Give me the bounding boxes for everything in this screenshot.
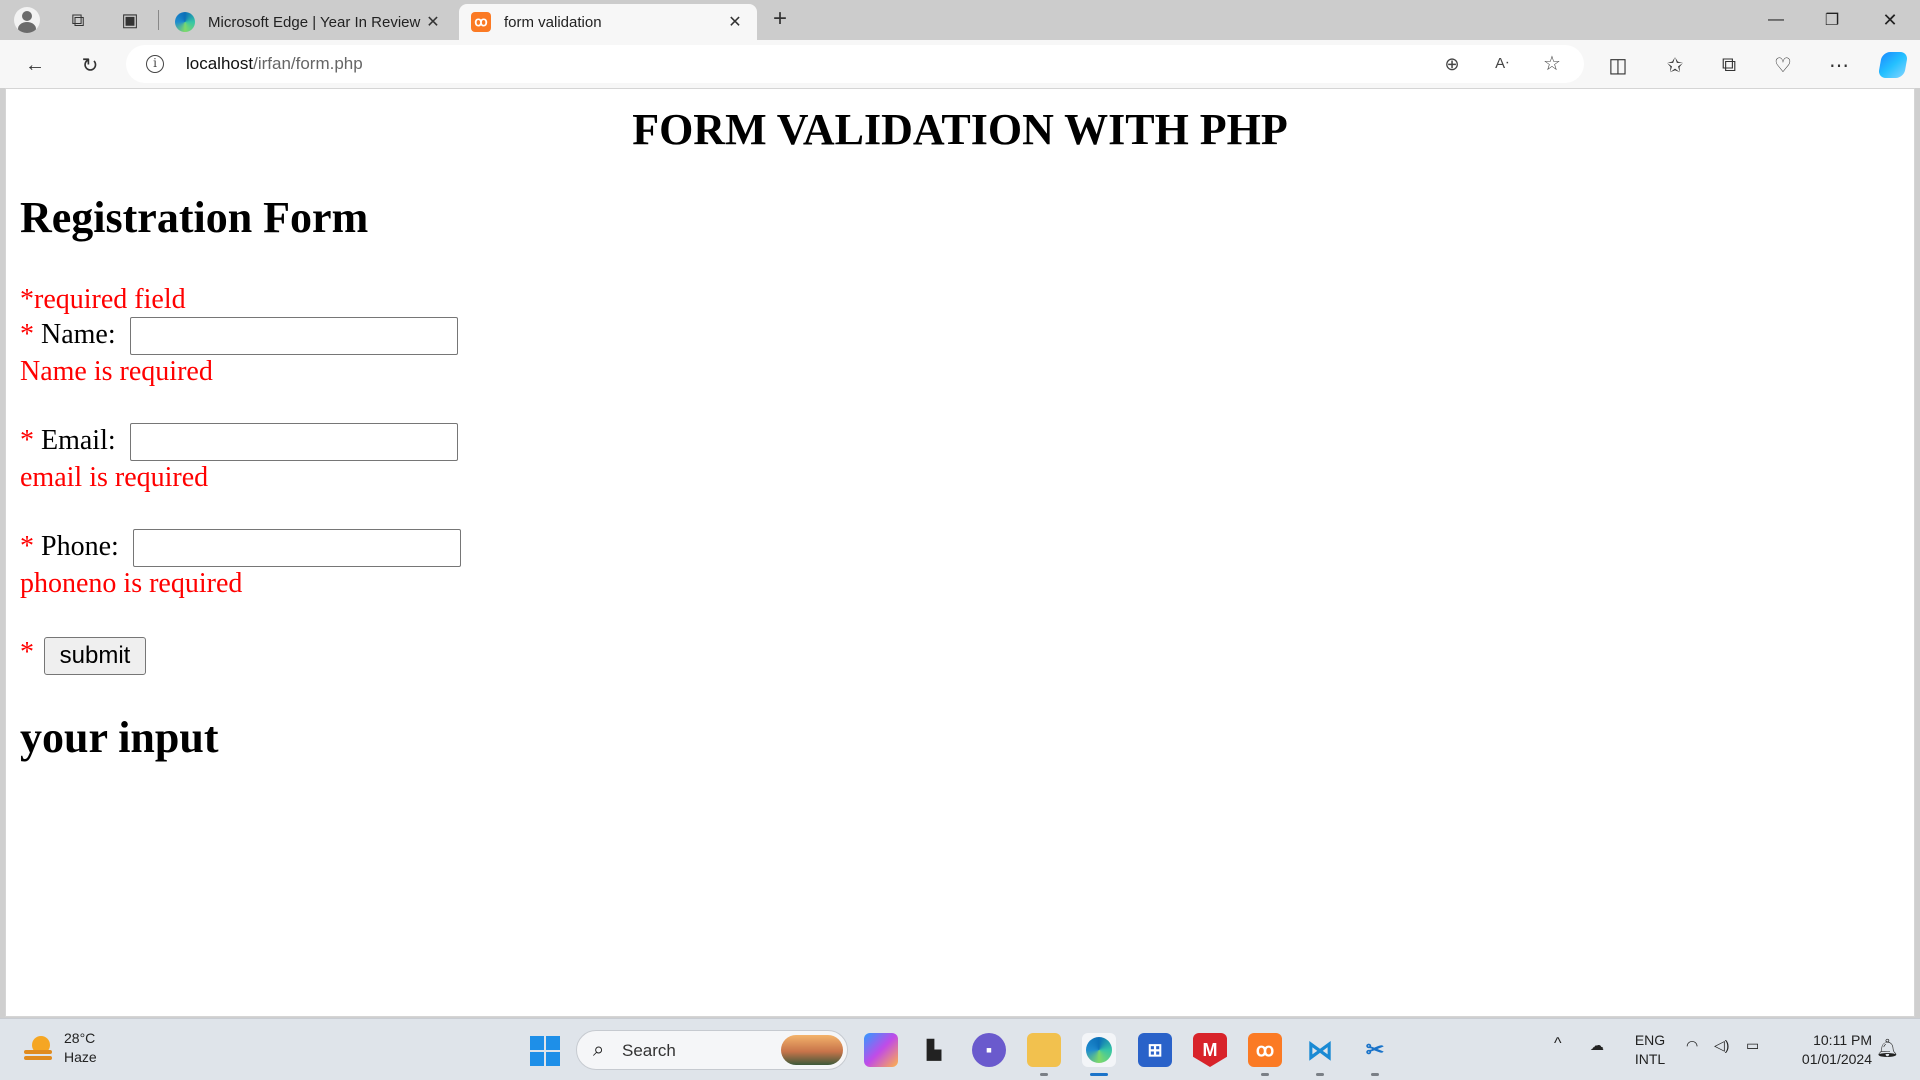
onedrive-icon[interactable]: ☁: [1590, 1037, 1604, 1054]
your-input-heading: your input: [20, 713, 219, 762]
search-icon: ⌕: [593, 1039, 605, 1061]
tab-separator: [158, 10, 159, 30]
phone-input[interactable]: [133, 529, 461, 567]
copilot-preview-icon[interactable]: [864, 1033, 898, 1067]
edge-taskbar-icon[interactable]: [1082, 1033, 1116, 1067]
vscode-icon[interactable]: ⋈: [1303, 1033, 1337, 1067]
windows-taskbar: 28°C Haze ⌕ Search ▙ ▪ ⊞ M ꝏ ⋈ ✂ ^ ☁ ENG…: [0, 1018, 1920, 1080]
required-field-note: *required field: [20, 284, 186, 315]
microsoft-store-icon[interactable]: ⊞: [1138, 1033, 1172, 1067]
window-close-icon[interactable]: ✕: [1862, 0, 1918, 40]
running-indicator: [1316, 1073, 1324, 1076]
file-explorer-icon[interactable]: [1027, 1033, 1061, 1067]
form-heading: Registration Form: [20, 193, 369, 242]
search-highlight-image: [781, 1035, 843, 1065]
new-tab-icon[interactable]: +: [766, 6, 794, 34]
windows-start-icon[interactable]: [530, 1036, 560, 1066]
email-label-row: * Email:: [20, 424, 116, 458]
restore-icon[interactable]: ❐: [1804, 0, 1860, 40]
required-marker: *: [20, 637, 34, 668]
system-clock[interactable]: 10:11 PM 01/01/2024: [1780, 1031, 1872, 1069]
name-label: Name:: [41, 319, 116, 350]
tab-title: form validation: [504, 13, 602, 31]
active-indicator: [1090, 1073, 1108, 1076]
weather-temperature: 28°C: [64, 1030, 96, 1046]
browser-essentials-icon[interactable]: ♡: [1768, 50, 1798, 80]
tab-title: Microsoft Edge | Year In Review: [208, 13, 421, 31]
profile-icon[interactable]: [13, 6, 41, 34]
phone-label-row: * Phone:: [20, 530, 119, 564]
refresh-icon[interactable]: ↻: [75, 50, 105, 80]
url-path: /irfan/form.php: [253, 54, 363, 73]
zoom-icon[interactable]: ⊕: [1440, 52, 1464, 76]
read-aloud-icon[interactable]: Aᐧ: [1490, 52, 1514, 76]
address-bar[interactable]: i localhost/irfan/form.php ⊕ Aᐧ ☆: [126, 45, 1584, 83]
more-menu-icon[interactable]: ⋯: [1824, 50, 1854, 80]
volume-icon[interactable]: ◁): [1714, 1037, 1729, 1054]
required-marker: *: [20, 319, 34, 350]
close-tab-icon[interactable]: ✕: [725, 12, 745, 32]
name-input[interactable]: [130, 317, 458, 355]
haze-weather-icon: [22, 1032, 54, 1064]
tab-form-validation[interactable]: ꝏ form validation ✕: [459, 4, 757, 40]
task-view-icon[interactable]: ▙: [917, 1033, 951, 1067]
email-label: Email:: [41, 425, 116, 456]
copilot-icon[interactable]: [1877, 50, 1909, 80]
minimize-icon[interactable]: —: [1748, 0, 1804, 40]
weather-widget[interactable]: 28°C Haze: [22, 1029, 97, 1067]
language-line2: INTL: [1634, 1051, 1666, 1067]
browser-toolbar: ← ↻ i localhost/irfan/form.php ⊕ Aᐧ ☆ ◫ …: [0, 40, 1920, 88]
wifi-icon[interactable]: ◠: [1686, 1037, 1698, 1054]
notification-bell-icon[interactable]: 🔔︎: [1876, 1038, 1899, 1059]
clock-date: 01/01/2024: [1801, 1051, 1872, 1067]
url-host: localhost: [186, 54, 254, 73]
battery-icon[interactable]: ▭: [1746, 1037, 1759, 1054]
clock-time: 10:11 PM: [1813, 1032, 1872, 1048]
split-screen-icon[interactable]: ◫: [1603, 50, 1633, 80]
favorites-icon[interactable]: ✩: [1660, 50, 1690, 80]
collections-icon[interactable]: ⧉: [1714, 50, 1744, 80]
snipping-tool-icon[interactable]: ✂: [1358, 1033, 1392, 1067]
tab-actions-icon[interactable]: ▣: [116, 6, 144, 34]
xampp-taskbar-icon[interactable]: ꝏ: [1248, 1033, 1282, 1067]
phone-label: Phone:: [41, 531, 119, 562]
email-error: email is required: [20, 462, 209, 493]
teams-chat-icon[interactable]: ▪: [972, 1033, 1006, 1067]
required-marker: *: [20, 425, 34, 456]
edge-icon: [175, 12, 195, 32]
language-indicator[interactable]: ENG INTL: [1628, 1031, 1672, 1069]
search-label: Search: [622, 1041, 676, 1060]
name-error: Name is required: [20, 356, 213, 387]
xampp-icon: ꝏ: [471, 12, 491, 32]
web-page: FORM VALIDATION WITH PHP Registration Fo…: [5, 88, 1915, 1017]
workspaces-icon[interactable]: ⧉: [64, 6, 92, 34]
weather-condition: Haze: [64, 1049, 97, 1065]
back-arrow-icon[interactable]: ←: [20, 50, 50, 80]
email-input[interactable]: [130, 423, 458, 461]
running-indicator: [1040, 1073, 1048, 1076]
url-text[interactable]: localhost/irfan/form.php: [186, 54, 363, 74]
mcafee-icon[interactable]: M: [1193, 1033, 1227, 1067]
page-title: FORM VALIDATION WITH PHP: [632, 105, 1288, 154]
running-indicator: [1371, 1073, 1379, 1076]
running-indicator: [1261, 1073, 1269, 1076]
taskbar-search[interactable]: ⌕ Search: [576, 1030, 848, 1070]
close-tab-icon[interactable]: ✕: [423, 12, 443, 32]
name-label-row: * Name:: [20, 318, 116, 352]
required-marker: *: [20, 531, 34, 562]
chevron-up-icon[interactable]: ^: [1554, 1035, 1562, 1053]
phone-error: phoneno is required: [20, 568, 243, 599]
site-info-icon[interactable]: i: [146, 55, 164, 73]
tab-strip: ⧉ ▣ Microsoft Edge | Year In Review ✕ ꝏ …: [0, 0, 1920, 40]
tab-edge-year-in-review[interactable]: Microsoft Edge | Year In Review ✕: [163, 4, 455, 40]
language-line1: ENG: [1634, 1032, 1666, 1048]
submit-button[interactable]: submit: [44, 637, 146, 675]
add-favorite-star-icon[interactable]: ☆: [1540, 52, 1564, 76]
